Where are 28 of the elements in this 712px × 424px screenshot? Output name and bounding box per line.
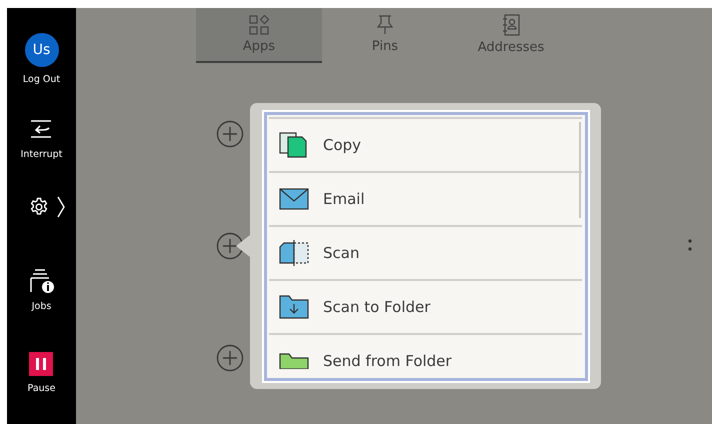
app-list-item[interactable]: Scan to Folder [269,281,582,335]
chevron-right-icon[interactable] [56,196,64,218]
scan-icon [279,239,309,267]
user-avatar[interactable]: Us [24,33,58,67]
jobs-button[interactable]: Jobs [32,301,52,312]
add-icon[interactable] [216,232,244,260]
app-list-item[interactable]: Copy [269,119,582,173]
pause-button[interactable]: Pause [28,383,56,394]
more-options-icon[interactable] [688,239,692,251]
interrupt-icon[interactable] [29,119,54,139]
app-list-item[interactable]: Email [269,173,582,227]
settings-icon[interactable] [28,197,48,217]
app-list-item[interactable]: Scan [269,227,582,281]
log-out-button[interactable]: Log Out [22,74,60,85]
folder-icon [279,353,309,369]
pushpin-icon [376,15,394,35]
app-list-item[interactable]: Send from Folder [269,335,582,381]
add-icon[interactable] [216,344,244,372]
add-icon[interactable] [216,120,244,148]
scrollbar[interactable] [579,122,581,218]
folder-down-arrow-icon [279,295,309,319]
envelope-icon [279,188,309,210]
apps-grid-icon [249,15,269,35]
jobs-icon[interactable] [30,268,54,294]
address-book-icon [502,14,520,36]
copy-icon [279,132,309,158]
interrupt-button[interactable]: Interrupt [20,149,62,160]
pause-icon[interactable] [29,352,54,376]
